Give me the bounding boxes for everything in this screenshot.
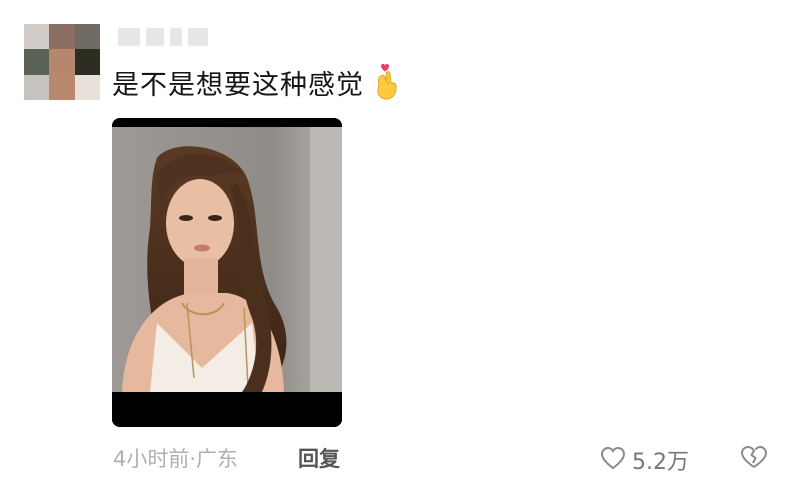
comment-image[interactable] [112,118,342,427]
comment-text: 是不是想要这种感觉 [112,69,364,101]
username-mosaic [118,26,210,48]
finger-heart-icon [372,62,402,102]
heart-icon [600,446,626,474]
like-button[interactable]: 5.2万 [600,444,689,476]
broken-heart-icon [740,445,768,473]
avatar[interactable] [24,24,100,100]
dislike-button[interactable] [740,445,768,473]
comment-item: 是不是想要这种感觉 4小时前·广东 回复 5.2万 [0,0,800,487]
like-count: 5.2万 [632,450,689,475]
comment-time-location: 4小时前·广东 [113,447,239,471]
comment-text-row: 是不是想要这种感觉 [112,62,402,102]
reply-button[interactable]: 回复 [298,443,340,473]
